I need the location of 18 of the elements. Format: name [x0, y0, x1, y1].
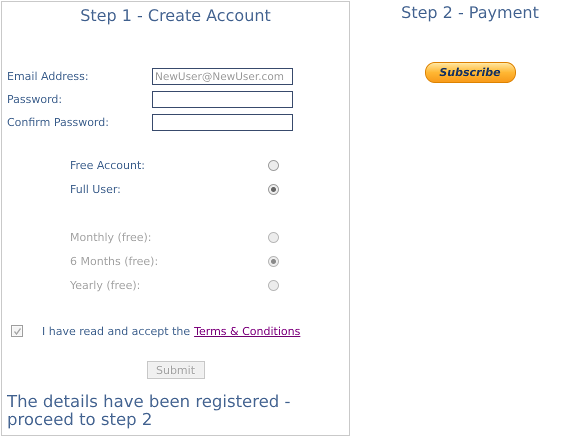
radio-button[interactable]	[268, 184, 279, 194]
option-label: 6 Months (free):	[69, 254, 160, 268]
option-label: Monthly (free):	[69, 230, 153, 244]
radio-button[interactable]	[268, 160, 279, 170]
status-message: The details have been registered - proceed to step 2	[6, 393, 292, 429]
field-label: Email Address:	[6, 70, 90, 83]
subscribe-button[interactable]: Subscribe	[424, 62, 516, 83]
input-field[interactable]: NewUser@NewUser.com	[152, 68, 293, 85]
option-label: Full User:	[69, 182, 122, 196]
field-label: Confirm Password:	[6, 116, 110, 129]
field-label: Password:	[6, 93, 64, 106]
input-field[interactable]	[152, 91, 293, 108]
terms-text: I have read and accept the	[42, 324, 190, 338]
option-label: Yearly (free):	[69, 278, 142, 292]
step-title: Step 1 - Create Account	[79, 6, 272, 26]
step-title: Step 2 - Payment	[401, 3, 539, 22]
input-field[interactable]	[152, 114, 293, 131]
option-label: Free Account:	[69, 158, 146, 172]
